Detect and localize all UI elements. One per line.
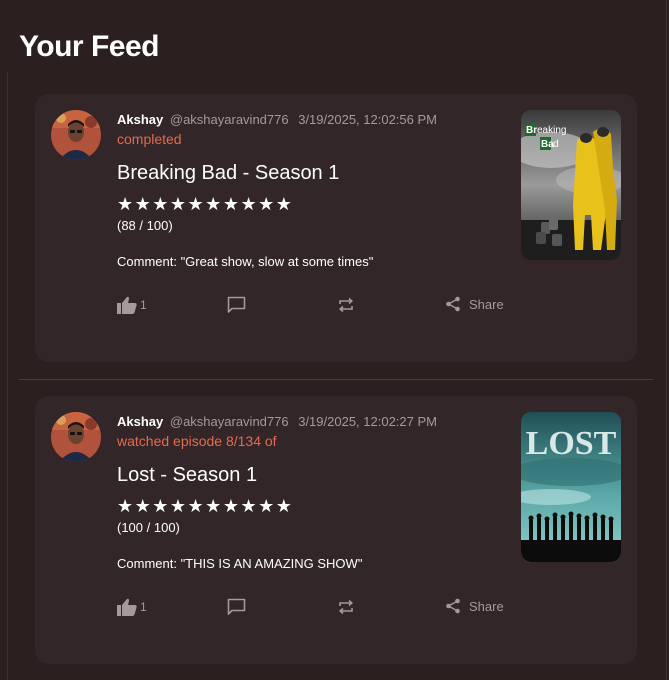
rating-score: (88 / 100) xyxy=(117,218,173,233)
repost-button[interactable] xyxy=(337,598,355,616)
watch-status: completed xyxy=(117,131,182,147)
show-poster[interactable]: LOST xyxy=(521,412,621,562)
star-rating: ★★★★★★★★★★ xyxy=(117,496,294,516)
like-count: 1 xyxy=(140,298,147,312)
poster-title-part: Br xyxy=(526,125,537,136)
star-rating: ★★★★★★★★★★ xyxy=(117,194,294,214)
share-icon xyxy=(446,598,460,614)
post-actions: 1 Share xyxy=(117,598,517,618)
poster-title-part: eaking xyxy=(537,125,566,136)
rating-score: (100 / 100) xyxy=(117,520,180,535)
like-count: 1 xyxy=(140,600,147,614)
left-border xyxy=(7,72,8,680)
user-handle[interactable]: @akshayaravind776 xyxy=(170,112,289,127)
post-comment: Comment: "THIS IS AN AMAZING SHOW" xyxy=(117,556,363,571)
user-name[interactable]: Akshay xyxy=(117,414,163,429)
share-label: Share xyxy=(469,296,504,312)
watch-status: watched episode 8/134 of xyxy=(117,433,277,449)
like-button[interactable]: 1 xyxy=(117,296,147,314)
share-icon xyxy=(446,296,460,312)
share-button[interactable]: Share xyxy=(445,598,504,614)
share-button[interactable]: Share xyxy=(445,296,504,312)
feed-post: Akshay @akshayaravind776 3/19/2025, 12:0… xyxy=(35,94,637,362)
avatar[interactable] xyxy=(51,110,101,160)
user-handle[interactable]: @akshayaravind776 xyxy=(170,414,289,429)
post-meta: Akshay @akshayaravind776 3/19/2025, 12:0… xyxy=(117,112,437,127)
show-poster[interactable]: Br eaking Ba d xyxy=(521,110,621,260)
post-comment: Comment: "Great show, slow at some times… xyxy=(117,254,374,269)
show-title[interactable]: Breaking Bad - Season 1 xyxy=(117,162,339,185)
repost-icon xyxy=(338,297,354,313)
post-actions: 1 Share xyxy=(117,296,517,316)
show-title[interactable]: Lost - Season 1 xyxy=(117,464,257,487)
feed-divider xyxy=(19,379,653,380)
timestamp: 3/19/2025, 12:02:56 PM xyxy=(298,112,437,127)
comment-icon xyxy=(227,598,246,615)
feed-post: Akshay @akshayaravind776 3/19/2025, 12:0… xyxy=(35,396,637,664)
repost-icon xyxy=(338,599,354,615)
post-meta: Akshay @akshayaravind776 3/19/2025, 12:0… xyxy=(117,414,437,429)
repost-button[interactable] xyxy=(337,296,355,314)
poster-title-part: d xyxy=(553,139,559,150)
comment-icon xyxy=(227,296,246,313)
timestamp: 3/19/2025, 12:02:27 PM xyxy=(298,414,437,429)
user-name[interactable]: Akshay xyxy=(117,112,163,127)
avatar[interactable] xyxy=(51,412,101,462)
thumbs-up-icon xyxy=(117,598,137,616)
like-button[interactable]: 1 xyxy=(117,598,147,616)
poster-title: LOST xyxy=(526,425,617,462)
page-title: Your Feed xyxy=(19,30,159,63)
thumbs-up-icon xyxy=(117,296,137,314)
comment-button[interactable] xyxy=(227,598,246,616)
comment-button[interactable] xyxy=(227,296,246,314)
right-border xyxy=(666,0,667,680)
share-label: Share xyxy=(469,598,504,614)
